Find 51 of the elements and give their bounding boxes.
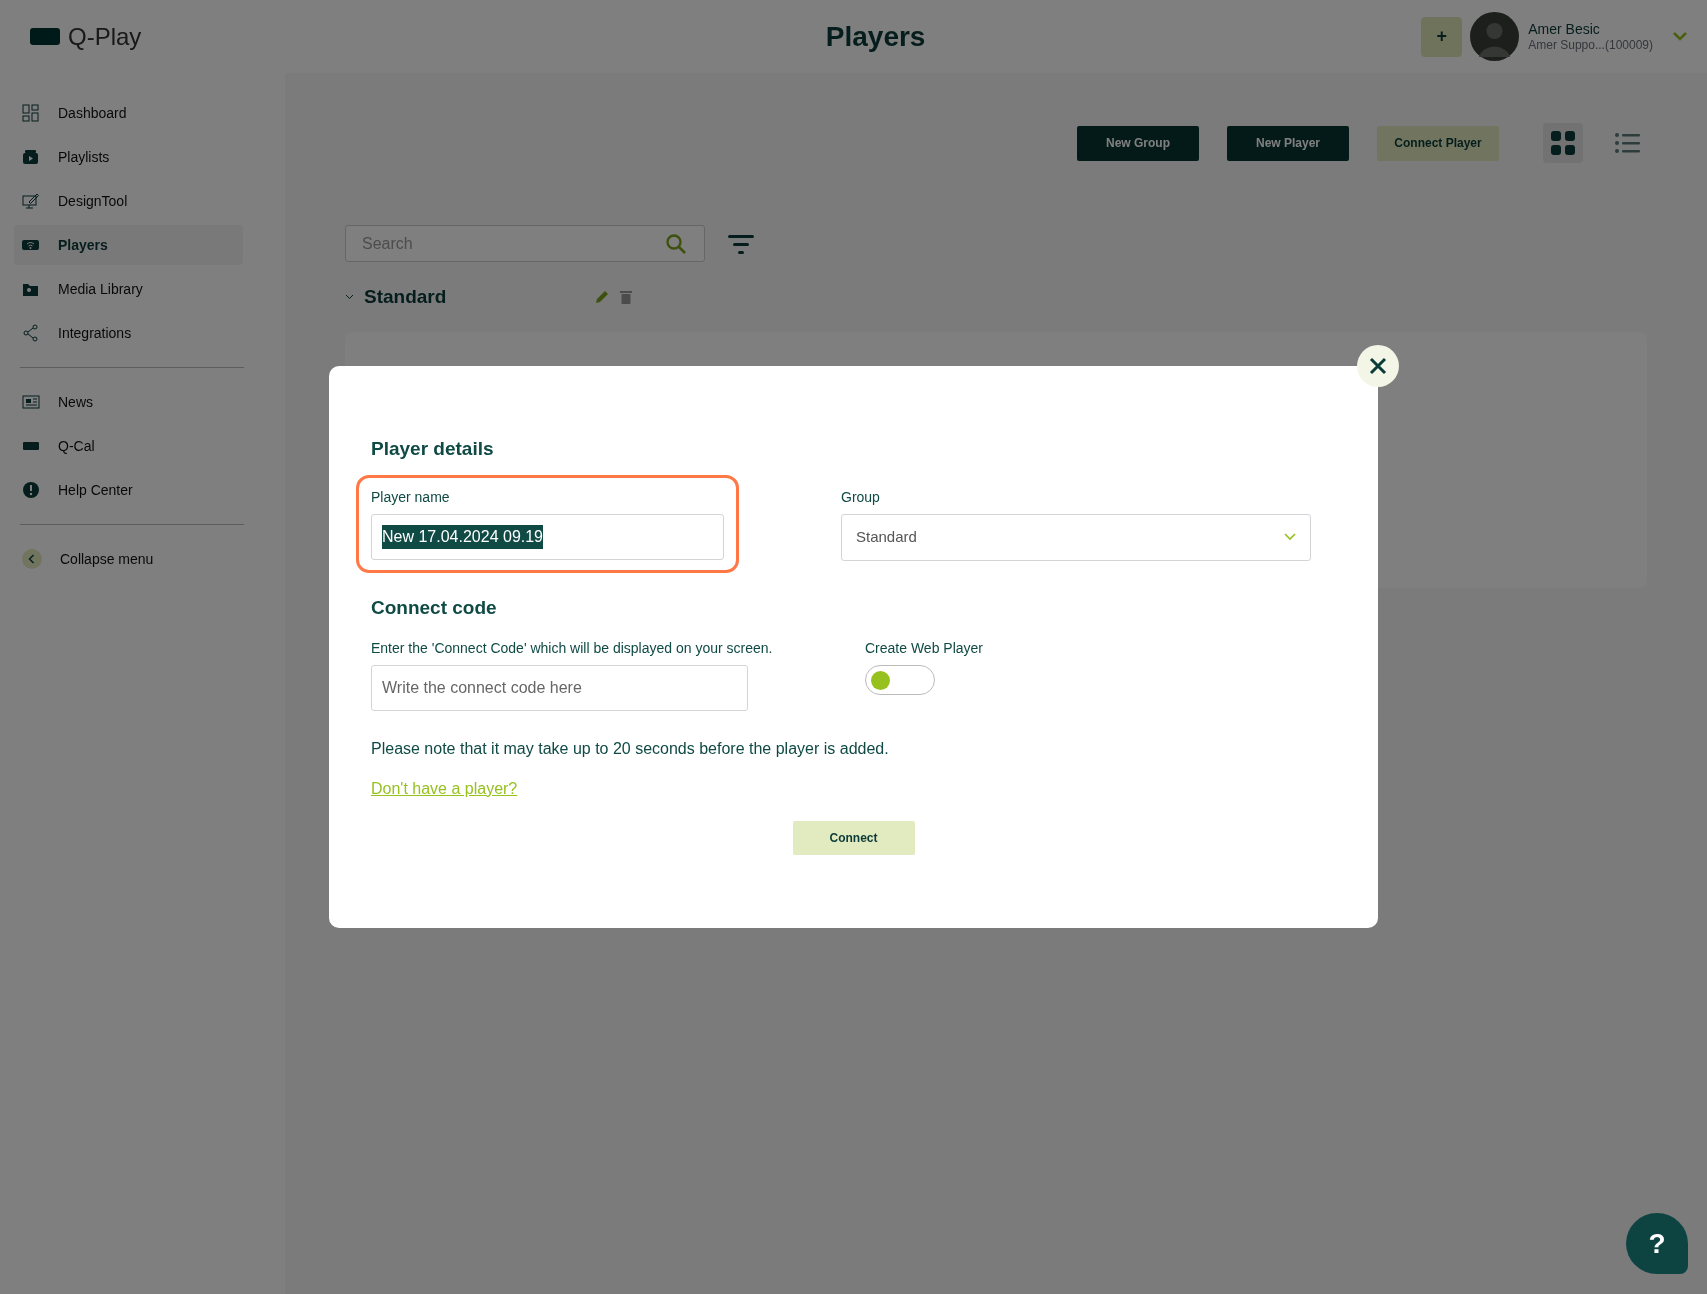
- account-name: Amer Suppo...(100009): [1528, 37, 1653, 54]
- toggle-switch[interactable]: [865, 664, 935, 695]
- group-name: Standard: [364, 284, 448, 309]
- sidebar-item[interactable]: Players: [14, 225, 243, 265]
- chevron-icon[interactable]: [345, 294, 354, 300]
- search-icon: [665, 233, 687, 255]
- field-label: Player name: [371, 487, 451, 507]
- sidebar-item[interactable]: Dashboard: [14, 93, 243, 133]
- toolbar-button[interactable]: Connect Player: [1377, 125, 1499, 161]
- sidebar-item[interactable]: Integrations: [14, 313, 243, 353]
- sidebar-item[interactable]: DesignTool: [14, 181, 243, 221]
- collapse-menu-button[interactable]: Collapse menu: [14, 539, 243, 579]
- close-icon: [1369, 357, 1387, 375]
- newspaper-icon: [22, 393, 40, 411]
- connect-button[interactable]: Connect: [792, 820, 915, 855]
- info-text: Please note that it may take up to 20 seconds before the player is added.: [371, 738, 890, 759]
- page-title: Players: [824, 19, 927, 54]
- play-icon: [22, 148, 40, 166]
- sidebar-item[interactable]: Q-Cal: [14, 426, 243, 466]
- pencil-icon[interactable]: [594, 289, 610, 305]
- grid-icon: [22, 104, 40, 122]
- trash-icon[interactable]: [620, 290, 632, 304]
- avatar[interactable]: [1470, 12, 1520, 61]
- connect-code-field[interactable]: Write the connect code here: [371, 664, 748, 711]
- selected-text: New 17.04.2024 09.19: [382, 524, 543, 549]
- logo-text: Q-Play: [68, 21, 142, 52]
- toolbar-button[interactable]: New Player: [1227, 125, 1349, 161]
- exclamation-icon: [22, 481, 40, 499]
- monitor-pen-icon: [22, 192, 40, 210]
- sidebar-item[interactable]: Playlists: [14, 137, 243, 177]
- logo-mark: [30, 28, 60, 45]
- help-button[interactable]: ?: [1626, 1213, 1688, 1274]
- chevron-left-icon: [22, 549, 42, 569]
- section-title: Player details: [371, 438, 495, 461]
- sidebar-item[interactable]: News: [14, 382, 243, 422]
- view-toggle-button[interactable]: [1543, 123, 1583, 163]
- chevron-down-icon: [1284, 533, 1296, 542]
- add-button[interactable]: +: [1421, 16, 1463, 57]
- sidebar-item[interactable]: Help Center: [14, 470, 243, 510]
- player-name-field[interactable]: New 17.04.2024 09.19: [371, 513, 724, 560]
- toolbar-button[interactable]: New Group: [1077, 125, 1199, 161]
- field-label: Enter the 'Connect Code' which will be displayed on your screen.: [371, 638, 773, 658]
- field-label: Create Web Player: [865, 638, 984, 658]
- filter-icon: [728, 232, 754, 255]
- section-title: Connect code: [371, 596, 498, 620]
- field-label: Group: [841, 487, 881, 507]
- group-select[interactable]: Standard: [841, 513, 1311, 561]
- user-name: Amer Besic: [1528, 19, 1601, 38]
- grid-view-icon: [1549, 129, 1577, 157]
- sidebar-item[interactable]: Media Library: [14, 269, 243, 309]
- share-icon: [22, 324, 40, 342]
